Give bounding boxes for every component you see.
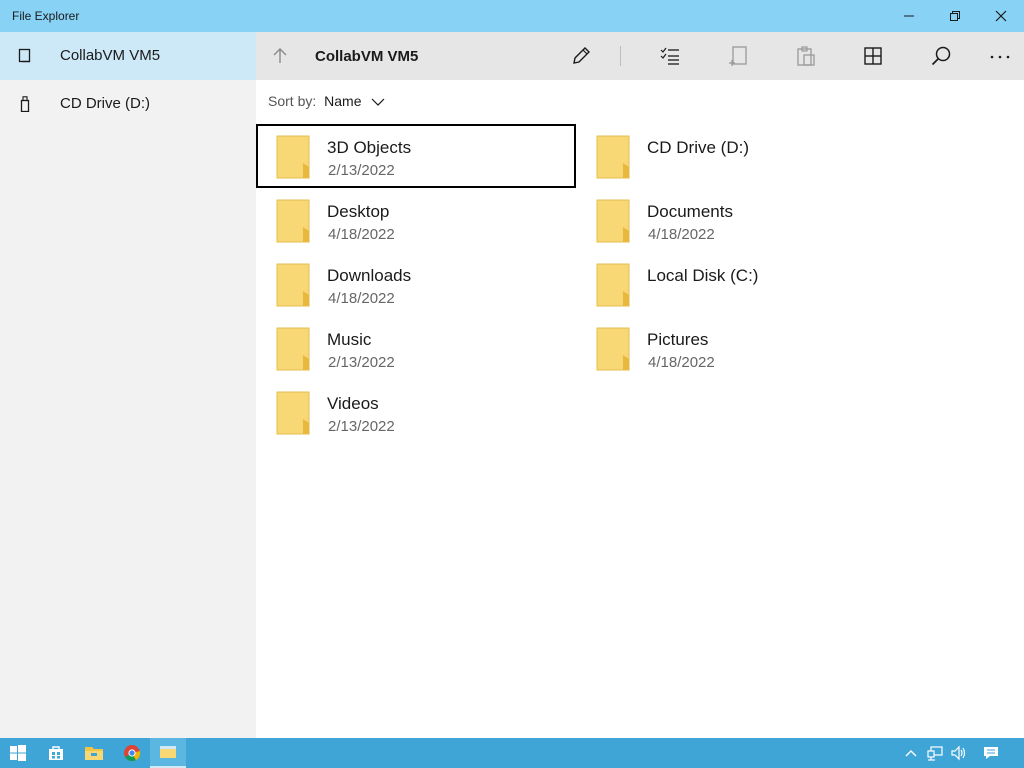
computer-icon (18, 48, 31, 63)
restore-button[interactable] (932, 0, 978, 32)
folder-item-music[interactable]: Music 2/13/2022 (258, 318, 578, 382)
up-arrow-icon[interactable] (270, 46, 290, 66)
item-date: 4/18/2022 (328, 290, 395, 307)
new-folder-icon (729, 46, 747, 66)
folder-icon (276, 199, 310, 243)
files-app-icon (160, 746, 176, 758)
toolbar-divider (620, 46, 621, 66)
item-name: Music (327, 330, 372, 349)
item-name: 3D Objects (327, 138, 412, 157)
store-icon (49, 746, 63, 760)
item-date: 2/13/2022 (328, 354, 395, 371)
toolbar: CollabVM VM5 (256, 32, 1024, 80)
select-button[interactable] (658, 44, 682, 68)
more-icon (990, 55, 1010, 59)
network-icon[interactable] (927, 745, 943, 761)
notification-icon[interactable] (983, 745, 999, 761)
sidebar-item-cd-drive[interactable]: CD Drive (D:) (0, 80, 256, 128)
folder-item-cd-drive[interactable]: CD Drive (D:) (578, 126, 898, 190)
chrome-icon (124, 745, 141, 761)
file-explorer-icon (85, 747, 103, 760)
item-date: 4/18/2022 (648, 354, 715, 371)
item-name: Desktop (327, 202, 390, 221)
folder-item-downloads[interactable]: Downloads 4/18/2022 (258, 254, 578, 318)
folder-icon (276, 391, 310, 435)
restore-icon (950, 11, 960, 21)
files-app-taskbar-button[interactable] (150, 738, 186, 768)
pencil-icon (573, 47, 590, 64)
folder-icon (276, 327, 310, 371)
item-name: Local Disk (C:) (647, 266, 759, 285)
store-button[interactable] (38, 738, 74, 768)
folder-item-videos[interactable]: Videos 2/13/2022 (258, 382, 578, 446)
more-button[interactable] (988, 44, 1012, 68)
start-button[interactable] (0, 738, 36, 768)
folder-icon (276, 263, 310, 307)
title-bar: File Explorer (0, 0, 1024, 32)
taskbar (0, 738, 1024, 768)
windows-logo-icon (10, 745, 26, 761)
window-title: File Explorer (12, 9, 80, 23)
folder-item-local-disk[interactable]: Local Disk (C:) (578, 254, 898, 318)
volume-icon[interactable] (950, 745, 966, 761)
sidebar-item-label: CD Drive (D:) (60, 95, 150, 112)
grid-view-icon (864, 47, 882, 65)
close-icon (995, 10, 1007, 22)
folder-item-3d-objects[interactable]: 3D Objects 2/13/2022 (256, 124, 576, 188)
search-button[interactable] (929, 44, 953, 68)
sidebar: CollabVM VM5 CD Drive (D:) (0, 32, 256, 738)
item-name: Pictures (647, 330, 709, 349)
item-name: Videos (327, 394, 379, 413)
item-date: 2/13/2022 (328, 418, 395, 435)
checklist-icon (660, 47, 679, 65)
usb-drive-icon (20, 96, 30, 112)
view-button[interactable] (861, 44, 885, 68)
item-date: 4/18/2022 (648, 226, 715, 243)
new-folder-button[interactable] (726, 44, 750, 68)
item-date: 2/13/2022 (328, 162, 395, 179)
paste-icon (797, 46, 815, 66)
folder-icon (596, 327, 630, 371)
paste-button[interactable] (794, 44, 818, 68)
folder-icon (276, 135, 310, 179)
chrome-taskbar-button[interactable] (114, 738, 150, 768)
minimize-icon (904, 15, 914, 17)
item-name: Documents (647, 202, 733, 221)
item-date: 4/18/2022 (328, 226, 395, 243)
chevron-up-icon[interactable] (903, 745, 919, 761)
search-icon (931, 46, 951, 66)
sort-control[interactable]: Sort by: Name (268, 93, 385, 109)
item-name: Downloads (327, 266, 412, 285)
sidebar-item-label: CollabVM VM5 (60, 47, 161, 64)
chevron-down-icon (371, 98, 385, 107)
close-button[interactable] (978, 0, 1024, 32)
file-explorer-taskbar-button[interactable] (76, 738, 112, 768)
folder-item-documents[interactable]: Documents 4/18/2022 (578, 190, 898, 254)
minimize-button[interactable] (886, 0, 932, 32)
sort-label: Sort by: (268, 93, 317, 109)
item-name: CD Drive (D:) (647, 138, 749, 157)
sort-value: Name (324, 93, 362, 109)
folder-item-pictures[interactable]: Pictures 4/18/2022 (578, 318, 898, 382)
folder-icon (596, 199, 630, 243)
current-path: CollabVM VM5 (315, 48, 419, 65)
rename-button[interactable] (569, 44, 593, 68)
folder-icon (596, 263, 630, 307)
folder-icon (596, 135, 630, 179)
sidebar-item-collabvm[interactable]: CollabVM VM5 (0, 32, 256, 80)
folder-item-desktop[interactable]: Desktop 4/18/2022 (258, 190, 578, 254)
